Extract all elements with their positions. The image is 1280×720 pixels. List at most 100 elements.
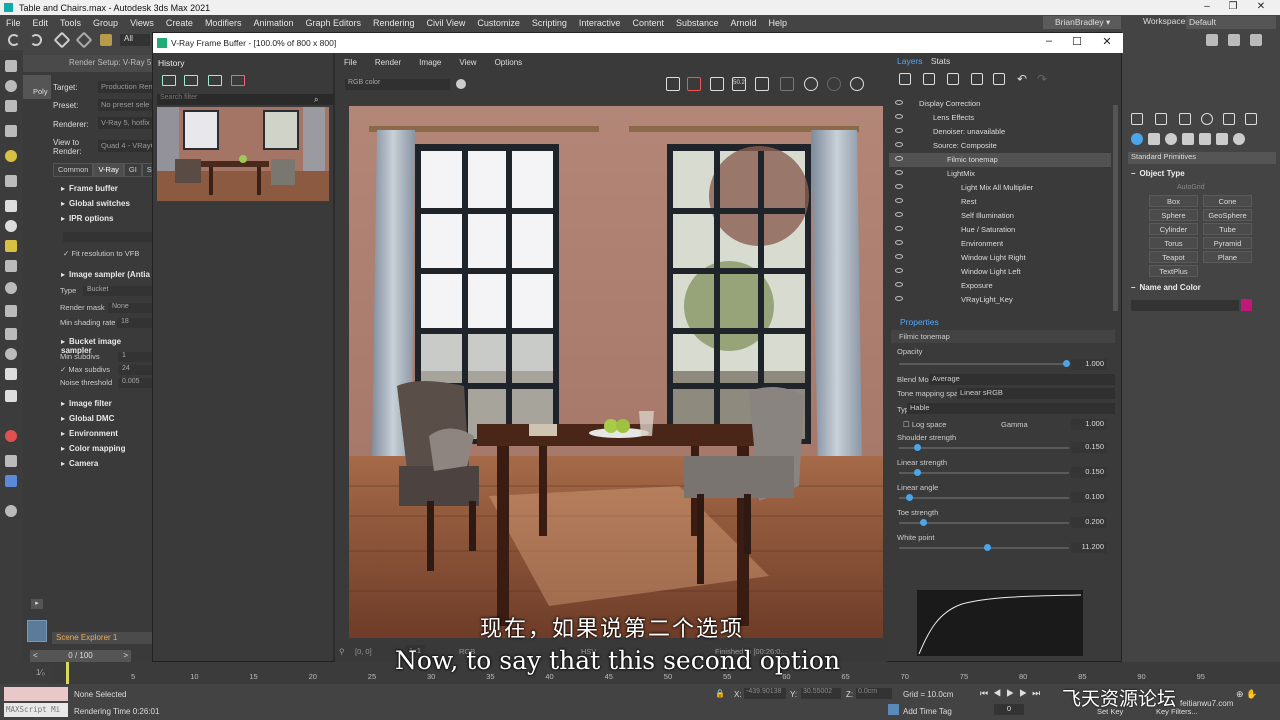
viewport-nav-icons[interactable]: ⊕ ✋ (1236, 689, 1257, 700)
create-tab-icon[interactable] (1131, 113, 1143, 125)
image-sampler-section[interactable]: Image sampler (Antia (61, 270, 150, 279)
stop-render-icon[interactable] (827, 77, 841, 91)
modify-tab-icon[interactable] (1155, 113, 1167, 125)
vfb-menu-image[interactable]: Image (410, 58, 450, 67)
redo-icon[interactable] (30, 34, 42, 46)
visibility-eye-icon[interactable] (895, 212, 903, 217)
left-tool-icon-11[interactable] (5, 282, 17, 294)
history-search-input[interactable]: Search filter (157, 94, 335, 105)
restore-button[interactable]: ❐ (1222, 0, 1244, 15)
menu-rendering[interactable]: Rendering (367, 18, 421, 28)
track-bar-icon[interactable]: 1⁄₀ (36, 668, 45, 677)
current-frame-marker[interactable] (66, 662, 69, 684)
linear-strength-field[interactable]: 0.150 (1071, 467, 1107, 478)
ipr-options-section[interactable]: IPR options (61, 214, 113, 223)
left-tool-icon-3[interactable] (5, 100, 17, 112)
vfb-menu-view[interactable]: View (450, 58, 485, 67)
y-coord-field[interactable]: 30.55002 (801, 688, 841, 699)
tonemap-space-dropdown[interactable]: Linear sRGB (957, 388, 1115, 399)
remove-layer-icon[interactable] (923, 73, 935, 85)
workspace-dropdown[interactable]: Default (1186, 16, 1276, 29)
linear-angle-field[interactable]: 0.100 (1071, 492, 1107, 503)
track-mouse-icon[interactable] (755, 77, 769, 91)
ab-compare-icon[interactable] (184, 75, 198, 86)
menu-content[interactable]: Content (626, 18, 670, 28)
left-tool-icon-6[interactable] (5, 175, 17, 187)
close-button[interactable]: ✕ (1250, 0, 1272, 15)
time-tag-icon[interactable] (888, 704, 899, 715)
save-layers-icon[interactable] (947, 73, 959, 85)
toe-strength-slider[interactable] (899, 519, 1069, 526)
vfb-close-button[interactable]: ✕ (1095, 35, 1119, 48)
layer-row[interactable]: Rest (889, 195, 1111, 209)
menu-interactive[interactable]: Interactive (573, 18, 627, 28)
time-prev-icon[interactable]: < (30, 650, 38, 662)
link-to-camera-icon[interactable] (780, 77, 794, 91)
layer-row[interactable]: Display Correction (889, 97, 1111, 111)
user-account-dropdown[interactable]: BrianBradley ▾ (1043, 16, 1121, 29)
zoom-level-icon[interactable]: 50.2 (732, 77, 746, 91)
menu-civil-view[interactable]: Civil View (421, 18, 472, 28)
pin-icon[interactable]: ⚲ (339, 647, 345, 656)
gamma-field[interactable]: 1.000 (1071, 419, 1107, 430)
opacity-field[interactable]: 1.000 (1071, 359, 1107, 370)
menu-file[interactable]: File (0, 18, 27, 28)
visibility-eye-icon[interactable] (895, 184, 903, 189)
color-picker-icon[interactable] (456, 79, 466, 89)
selection-lock-icon[interactable]: 🔒 (715, 689, 725, 698)
vfb-minimize-button[interactable]: – (1037, 35, 1061, 47)
linear-angle-slider[interactable] (899, 494, 1069, 501)
shoulder-strength-field[interactable]: 0.150 (1071, 442, 1107, 453)
layer-row[interactable]: Source: Composite (889, 139, 1111, 153)
undo-layer-icon[interactable]: ↶ (1017, 72, 1027, 86)
menu-customize[interactable]: Customize (471, 18, 526, 28)
rs-tab-vray[interactable]: V-Ray (93, 163, 124, 177)
visibility-eye-icon[interactable] (895, 198, 903, 203)
max-subdivs-checkbox[interactable]: ✓ Max subdivs (60, 365, 110, 374)
type-dropdown[interactable]: Hable (907, 403, 1115, 414)
cameras-icon[interactable] (1182, 133, 1194, 145)
visibility-eye-icon[interactable] (895, 268, 903, 273)
primitive-box-button[interactable]: Box (1149, 195, 1198, 207)
primitive-cone-button[interactable]: Cone (1203, 195, 1252, 207)
minimize-button[interactable]: – (1196, 0, 1218, 15)
lights-icon[interactable] (1165, 133, 1177, 145)
save-to-history-icon[interactable] (162, 75, 176, 86)
scene-explorer-icon[interactable] (27, 620, 47, 642)
expand-arrow-icon[interactable]: ▸ (31, 599, 43, 609)
left-tool-icon-5[interactable] (5, 150, 17, 162)
visibility-eye-icon[interactable] (895, 100, 903, 105)
white-point-field[interactable]: 11.200 (1071, 542, 1107, 553)
menu-modifiers[interactable]: Modifiers (199, 18, 248, 28)
render-teapot-icon[interactable] (850, 77, 864, 91)
global-dmc-section[interactable]: Global DMC (61, 414, 114, 423)
color-mapping-section[interactable]: Color mapping (61, 444, 125, 453)
render-mask-dropdown[interactable]: None (108, 303, 153, 313)
unlink-icon[interactable] (75, 31, 93, 49)
clear-image-icon[interactable] (687, 77, 701, 91)
opacity-slider[interactable] (899, 360, 1070, 367)
vfb-menu-render[interactable]: Render (366, 58, 410, 67)
visibility-eye-icon[interactable] (895, 114, 903, 119)
layer-row[interactable]: Filmic tonemap (889, 153, 1111, 167)
visibility-eye-icon[interactable] (895, 254, 903, 259)
visibility-eye-icon[interactable] (895, 240, 903, 245)
playback-controls[interactable]: ⏮◀▶▶⏭ (980, 688, 1045, 699)
environment-section[interactable]: Environment (61, 429, 118, 438)
motion-tab-icon[interactable] (1201, 113, 1213, 125)
helpers-icon[interactable] (1199, 133, 1211, 145)
ipr-field[interactable] (63, 232, 153, 242)
linear-strength-slider-knob[interactable] (913, 469, 921, 476)
remove-history-icon[interactable] (231, 75, 245, 86)
systems-icon[interactable] (1233, 133, 1245, 145)
primitive-geosphere-button[interactable]: GeoSphere (1203, 209, 1252, 221)
x-coord-field[interactable]: -439.90138 (744, 688, 786, 699)
visibility-eye-icon[interactable] (895, 226, 903, 231)
left-tool-icon-20[interactable] (5, 505, 17, 517)
layer-row[interactable]: Window Light Right (889, 251, 1111, 265)
left-tool-icon-2[interactable] (5, 80, 17, 92)
left-tool-icon-4[interactable] (5, 125, 17, 137)
tab-layers[interactable]: Layers (897, 56, 923, 66)
visibility-eye-icon[interactable] (895, 170, 903, 175)
left-tool-icon-14[interactable] (5, 348, 17, 360)
